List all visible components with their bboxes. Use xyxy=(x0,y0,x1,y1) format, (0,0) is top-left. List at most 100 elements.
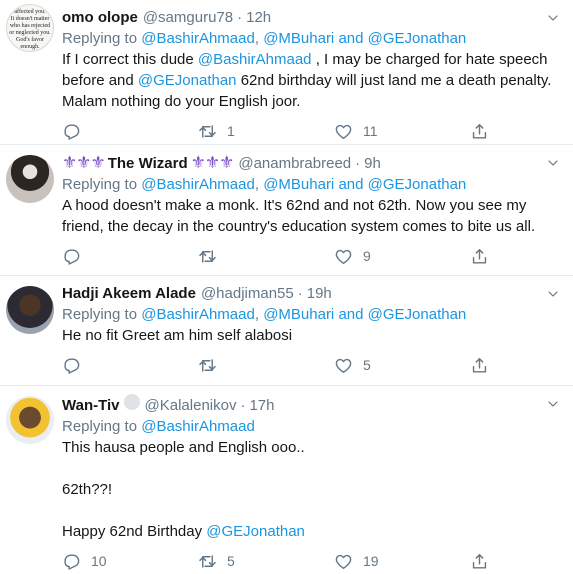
retweet-icon xyxy=(198,552,217,571)
display-name[interactable]: omo olope xyxy=(62,8,138,28)
like-icon xyxy=(334,122,353,141)
reply-count: 10 xyxy=(91,553,107,569)
retweet-button[interactable] xyxy=(198,247,334,266)
replying-to: Replying to @BashirAhmaad, @MBuhari and … xyxy=(62,306,467,323)
reply-icon xyxy=(62,247,81,266)
timestamp[interactable]: 12h xyxy=(246,8,271,28)
mention-link[interactable]: @GEJonathan xyxy=(368,306,467,323)
timestamp[interactable]: 17h xyxy=(249,396,274,416)
like-icon xyxy=(334,247,353,266)
reply-button[interactable]: 10 xyxy=(62,552,198,571)
like-button[interactable]: 5 xyxy=(334,356,470,375)
reply-button[interactable] xyxy=(62,356,198,375)
tweet-header: Wan-Tiv @Kalalenikov · 17h xyxy=(62,394,559,416)
mention-link-and[interactable]: and xyxy=(338,176,363,193)
mention-link[interactable]: @GEJonathan xyxy=(368,176,467,193)
separator: · xyxy=(355,155,361,172)
timestamp[interactable]: 9h xyxy=(364,154,381,174)
retweet-count: 5 xyxy=(227,553,235,569)
separator: · xyxy=(240,397,246,414)
caret-down-icon[interactable] xyxy=(545,10,561,26)
mention-link-and[interactable]: and xyxy=(338,30,363,47)
retweet-count: 1 xyxy=(227,123,235,139)
fleur-de-lis-emblem: ⚜⚜⚜ xyxy=(62,153,106,172)
mention-link[interactable]: @MBuhari xyxy=(263,176,334,193)
tweet-text: If I correct this dude @BashirAhmaad , I… xyxy=(62,51,552,110)
share-icon xyxy=(470,247,489,266)
mention-link[interactable]: @BashirAhmaad xyxy=(141,418,255,435)
mention-link[interactable]: @GEJonathan xyxy=(206,523,305,540)
avatar[interactable] xyxy=(6,286,54,334)
retweet-icon xyxy=(198,356,217,375)
timestamp[interactable]: 19h xyxy=(307,284,332,304)
mention-link[interactable]: @BashirAhmaad xyxy=(141,306,255,323)
mention-link[interactable]: @GEJonathan xyxy=(368,30,467,47)
like-button[interactable]: 11 xyxy=(334,122,470,141)
share-button[interactable] xyxy=(470,122,489,141)
share-button[interactable] xyxy=(470,247,489,266)
mention-link-and[interactable]: and xyxy=(338,306,363,323)
replying-to: Replying to @BashirAhmaad, @MBuhari and … xyxy=(62,30,467,47)
mention-link[interactable]: @MBuhari xyxy=(263,30,334,47)
mention-link[interactable]: @BashirAhmaad xyxy=(141,176,255,193)
tweet[interactable]: ⚜⚜⚜ The Wizard ⚜⚜⚜ @anambrabreed · 9h Re… xyxy=(0,145,573,276)
mention-link[interactable]: @MBuhari xyxy=(263,306,334,323)
avatar[interactable] xyxy=(6,155,54,203)
tweet[interactable]: Wan-Tiv @Kalalenikov · 17h Replying to @… xyxy=(0,386,573,574)
avatar-quote-text: affected you. It doesn't matter who has … xyxy=(9,9,51,50)
like-count: 19 xyxy=(363,553,379,569)
share-icon xyxy=(470,552,489,571)
share-icon xyxy=(470,122,489,141)
tweet[interactable]: Hadji Akeem Alade @hadjiman55 · 19h Repl… xyxy=(0,276,573,386)
share-button[interactable] xyxy=(470,356,489,375)
user-handle[interactable]: @samguru78 xyxy=(143,8,233,28)
tweet-header: Hadji Akeem Alade @hadjiman55 · 19h xyxy=(62,284,559,304)
caret-down-icon[interactable] xyxy=(545,155,561,171)
user-handle[interactable]: @anambrabreed xyxy=(238,154,351,174)
reply-button[interactable] xyxy=(62,122,198,141)
user-handle[interactable]: @hadjiman55 xyxy=(201,284,294,304)
tweet-header: omo olope @samguru78 · 12h xyxy=(62,8,559,28)
tweet-header: ⚜⚜⚜ The Wizard ⚜⚜⚜ @anambrabreed · 9h xyxy=(62,153,559,174)
mention-link[interactable]: @BashirAhmaad xyxy=(198,51,312,68)
retweet-button[interactable]: 1 xyxy=(198,122,334,141)
reply-icon xyxy=(62,356,81,375)
reply-button[interactable] xyxy=(62,247,198,266)
caret-down-icon[interactable] xyxy=(545,286,561,302)
display-name[interactable]: The Wizard xyxy=(108,154,188,174)
retweet-button[interactable]: 5 xyxy=(198,552,334,571)
share-button[interactable] xyxy=(470,552,489,571)
like-icon xyxy=(334,356,353,375)
profile-badge-icon xyxy=(123,394,140,410)
replying-to: Replying to @BashirAhmaad, @MBuhari and … xyxy=(62,176,467,193)
user-handle[interactable]: @Kalalenikov xyxy=(145,396,237,416)
reply-icon xyxy=(62,122,81,141)
caret-down-icon[interactable] xyxy=(545,396,561,412)
tweet-text: This hausa people and English ooo.. 62th… xyxy=(62,439,305,540)
tweet-text: A hood doesn't make a monk. It's 62nd an… xyxy=(62,197,536,235)
like-count: 9 xyxy=(363,248,371,264)
like-button[interactable]: 19 xyxy=(334,552,470,571)
mention-link[interactable]: @BashirAhmaad xyxy=(141,30,255,47)
retweet-icon xyxy=(198,122,217,141)
display-name[interactable]: Hadji Akeem Alade xyxy=(62,284,196,304)
tweet[interactable]: affected you. It doesn't matter who has … xyxy=(0,0,573,145)
retweet-button[interactable] xyxy=(198,356,334,375)
like-icon xyxy=(334,552,353,571)
tweet-actions: 9 xyxy=(62,237,559,275)
fleur-de-lis-emblem: ⚜⚜⚜ xyxy=(190,153,235,172)
avatar[interactable]: affected you. It doesn't matter who has … xyxy=(6,4,54,52)
tweet-actions: 5 xyxy=(62,346,559,384)
replying-to: Replying to @BashirAhmaad xyxy=(62,418,255,435)
mention-link[interactable]: @GEJonathan xyxy=(138,72,237,89)
separator: · xyxy=(237,9,243,26)
display-name[interactable]: Wan-Tiv xyxy=(62,396,120,416)
tweet-actions: 10 5 19 xyxy=(62,542,559,574)
like-count: 11 xyxy=(363,123,378,139)
avatar[interactable] xyxy=(6,396,54,444)
like-count: 5 xyxy=(363,357,371,373)
like-button[interactable]: 9 xyxy=(334,247,470,266)
share-icon xyxy=(470,356,489,375)
reply-icon xyxy=(62,552,81,571)
tweet-text: He no fit Greet am him self alabosi xyxy=(62,327,293,344)
